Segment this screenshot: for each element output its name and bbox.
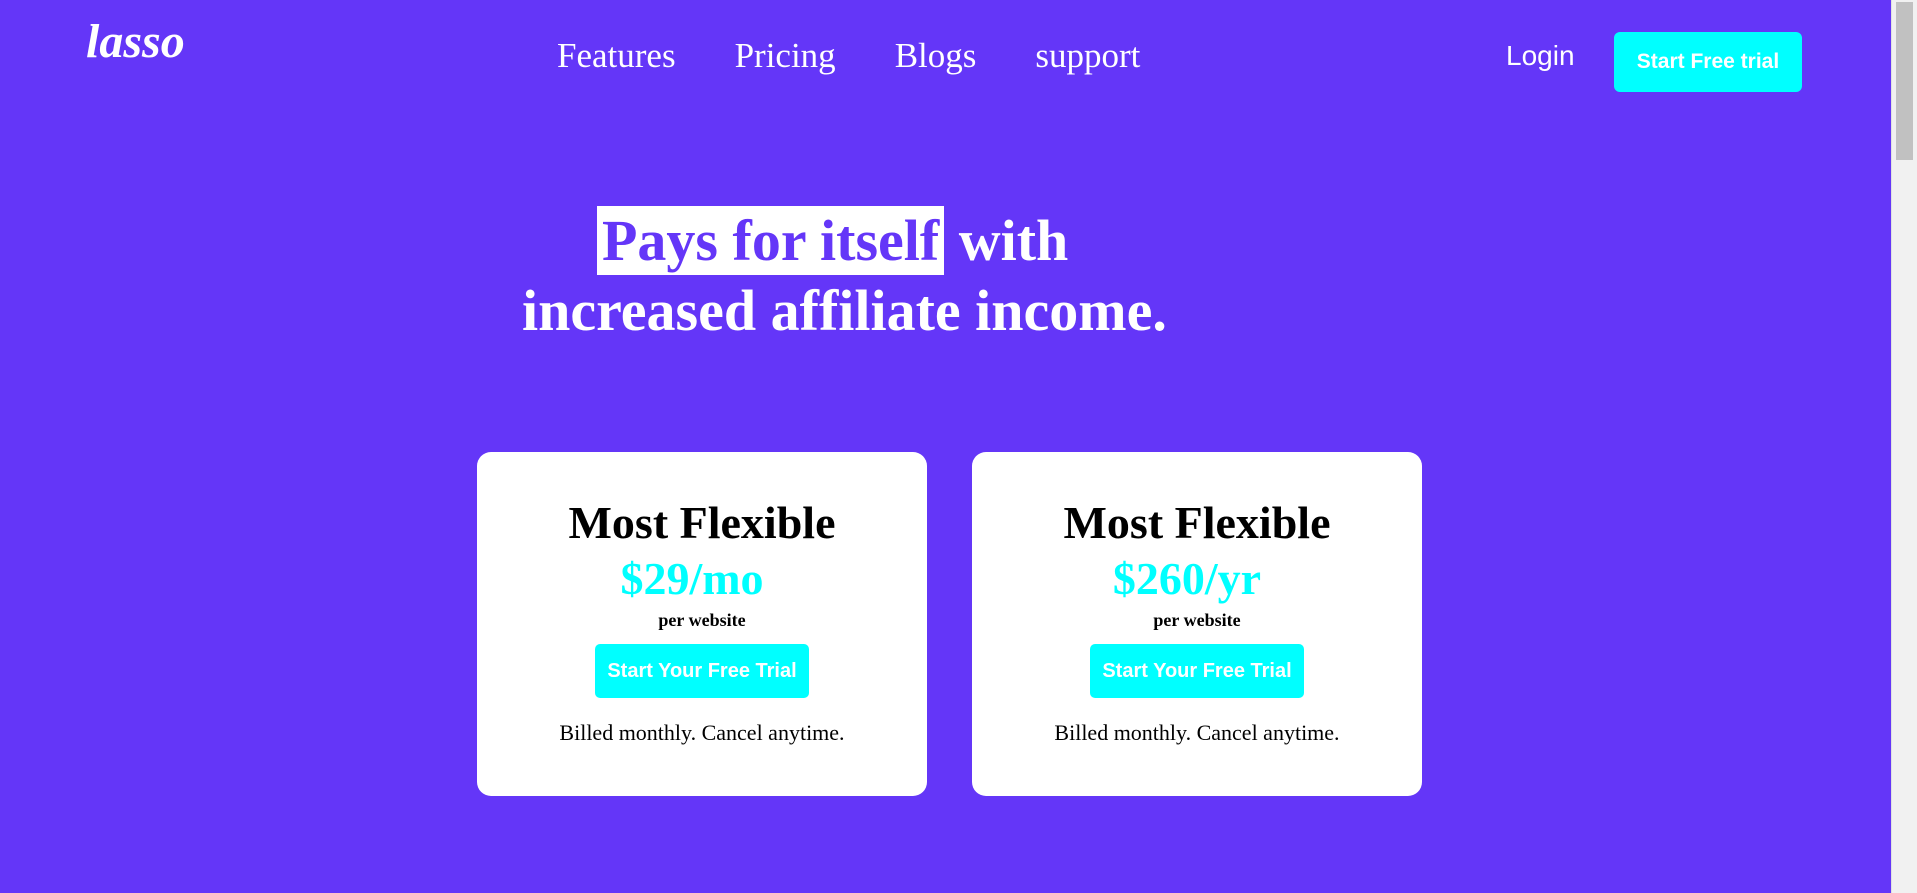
nav-item-blogs[interactable]: Blogs	[895, 34, 977, 78]
hero-line-1: Pays for itself with	[597, 206, 1068, 276]
scrollbar-thumb[interactable]	[1896, 2, 1913, 160]
main-nav: Features Pricing Blogs support	[557, 34, 1199, 78]
vertical-scrollbar[interactable]	[1891, 0, 1917, 893]
start-trial-button-monthly[interactable]: Start Your Free Trial	[595, 644, 809, 698]
brand-logo[interactable]: lasso	[86, 14, 185, 69]
plan-billing-note: Billed monthly. Cancel anytime.	[559, 720, 845, 745]
page: lasso Features Pricing Blogs support Log…	[0, 0, 1917, 893]
pricing-card-yearly: Most Flexible $260/yr per website Start …	[972, 452, 1422, 796]
plan-per-label: per website	[658, 610, 746, 630]
plan-price: $29/mo	[620, 553, 764, 604]
plan-billing-note: Billed monthly. Cancel anytime.	[1054, 720, 1340, 745]
hero-line-1-rest: with	[944, 208, 1069, 273]
plan-per-label: per website	[1153, 610, 1241, 630]
plan-title: Most Flexible	[1063, 497, 1331, 548]
plan-price: $260/yr	[1112, 553, 1262, 604]
login-link[interactable]: Login	[1506, 40, 1575, 72]
nav-item-features[interactable]: Features	[557, 34, 676, 78]
nav-item-support[interactable]: support	[1035, 34, 1140, 78]
pricing-card-monthly: Most Flexible $29/mo per website Start Y…	[477, 452, 927, 796]
start-free-trial-button[interactable]: Start Free trial	[1614, 32, 1802, 92]
hero-highlight: Pays for itself	[597, 206, 945, 275]
hero-line-2: increased affiliate income.	[522, 278, 1167, 343]
plan-title: Most Flexible	[568, 497, 836, 548]
start-trial-button-yearly[interactable]: Start Your Free Trial	[1090, 644, 1304, 698]
nav-item-pricing[interactable]: Pricing	[735, 34, 836, 78]
